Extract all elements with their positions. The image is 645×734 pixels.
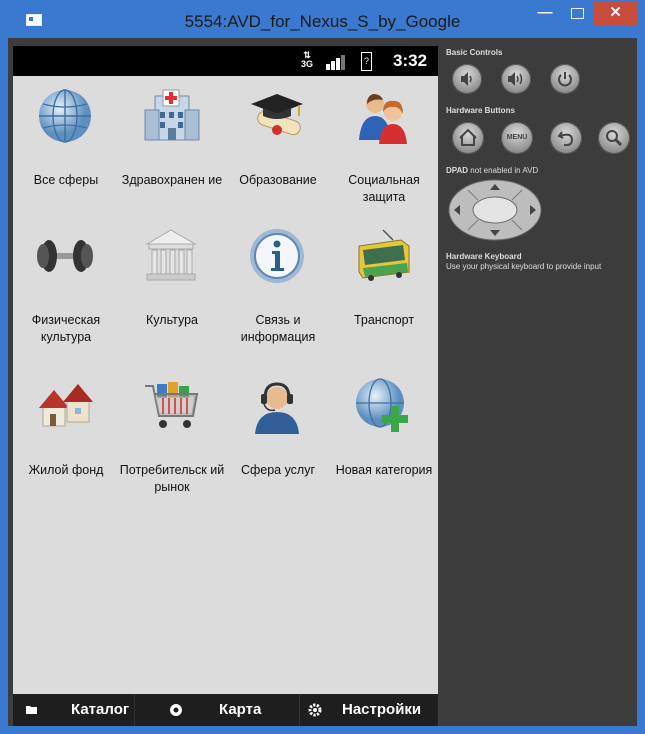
search-button[interactable] (598, 122, 630, 154)
menu-button-label: MENU (506, 134, 528, 141)
keyboard-info: Hardware Keyboard Use your physical keyb… (446, 252, 601, 272)
tab-settings[interactable]: Настройки (300, 694, 438, 726)
battery-icon: ? (361, 52, 372, 71)
minimize-button[interactable]: — (530, 2, 560, 26)
category-label: Новая категория (335, 463, 433, 477)
bottom-tab-bar: Каталог Карта Настройки (13, 694, 438, 726)
dpad-control[interactable] (446, 178, 544, 242)
museum-icon (145, 229, 197, 281)
category-label: Физическая культура (31, 313, 101, 344)
category-label: Потребительск ий рынок (119, 463, 225, 494)
category-label: Образование (239, 173, 317, 187)
tab-label: Карта (219, 701, 262, 718)
menu-button[interactable]: MENU (501, 122, 533, 154)
people-icon (359, 94, 407, 144)
category-tile[interactable]: Образование (225, 76, 331, 216)
category-tile[interactable]: Физическая культура (13, 216, 119, 366)
back-button[interactable] (550, 122, 582, 154)
folder-icon (26, 706, 37, 714)
maximize-icon (570, 8, 584, 19)
close-button[interactable]: ✕ (593, 2, 638, 26)
category-label: Здравохранен ие (121, 173, 223, 187)
category-tile[interactable]: Потребительск ий рынок (119, 366, 225, 516)
title-bar: 5554:AVD_for_Nexus_S_by_Google — ✕ (0, 0, 645, 38)
maximize-button[interactable] (562, 2, 592, 26)
power-button[interactable] (550, 64, 580, 94)
volume-down-button[interactable] (452, 64, 482, 94)
category-tile[interactable]: Связь и информация (225, 216, 331, 366)
category-label: Все сферы (33, 173, 99, 187)
category-tile[interactable]: Социальная защита (331, 76, 437, 216)
clock: 3:32 (393, 51, 428, 70)
support-agent-icon (255, 382, 299, 434)
category-label: Транспорт (353, 313, 415, 327)
category-tile[interactable]: Культура (119, 216, 225, 366)
map-pin-icon (170, 704, 182, 716)
globe-icon (39, 89, 91, 143)
dumbbell-icon (37, 240, 93, 272)
hardware-buttons-heading: Hardware Buttons (446, 106, 515, 115)
search-icon (606, 130, 623, 147)
category-tile[interactable]: Все сферы (13, 76, 119, 216)
category-label: Связь и информация (240, 313, 316, 344)
tab-map[interactable]: Карта (135, 694, 299, 726)
basic-controls-heading: Basic Controls (446, 48, 503, 57)
category-tile[interactable]: Здравохранен ие (119, 76, 225, 216)
emulator-controls-panel: Basic Controls Hardware Buttons MENU DPA… (446, 46, 636, 726)
graduation-cap-icon (251, 94, 303, 136)
category-tile[interactable]: Транспорт (331, 216, 437, 366)
volume-up-icon (508, 72, 523, 86)
back-icon (557, 131, 574, 147)
phone-screen: ⇅ 3G ? 3:32 Все сферы Здравохранен ие Об… (13, 46, 438, 726)
category-label: Культура (146, 313, 198, 327)
gear-icon (308, 703, 322, 717)
keyboard-heading: Hardware Keyboard (446, 252, 522, 261)
houses-icon (39, 384, 93, 427)
home-icon (459, 128, 477, 146)
emulator-window: 5554:AVD_for_Nexus_S_by_Google — ✕ ⇅ 3G ?… (0, 0, 645, 734)
shopping-cart-icon (145, 382, 199, 428)
dpad-heading: DPAD not enabled in AVD (446, 166, 539, 175)
tab-label: Настройки (342, 701, 422, 718)
category-tile[interactable]: Жилой фонд (13, 366, 119, 516)
category-tile[interactable]: Новая категория (331, 366, 437, 516)
category-tile[interactable]: Сфера услуг (225, 366, 331, 516)
volume-up-button[interactable] (501, 64, 531, 94)
power-icon (558, 72, 572, 87)
hospital-icon (144, 89, 200, 141)
tram-icon (358, 229, 410, 281)
volume-down-icon (461, 72, 472, 86)
network-indicator: ⇅ 3G (301, 50, 314, 69)
status-bar: ⇅ 3G ? 3:32 (13, 46, 438, 76)
home-button[interactable] (452, 122, 484, 154)
category-label: Жилой фонд (28, 463, 104, 477)
keyboard-description: Use your physical keyboard to provide in… (446, 262, 602, 271)
tab-catalog[interactable]: Каталог (13, 694, 134, 726)
tab-label: Каталог (71, 701, 130, 718)
info-icon (250, 229, 304, 283)
signal-icon (326, 54, 346, 70)
category-label: Социальная защита (348, 173, 420, 204)
globe-plus-icon (356, 378, 408, 432)
category-label: Сфера услуг (240, 463, 316, 477)
